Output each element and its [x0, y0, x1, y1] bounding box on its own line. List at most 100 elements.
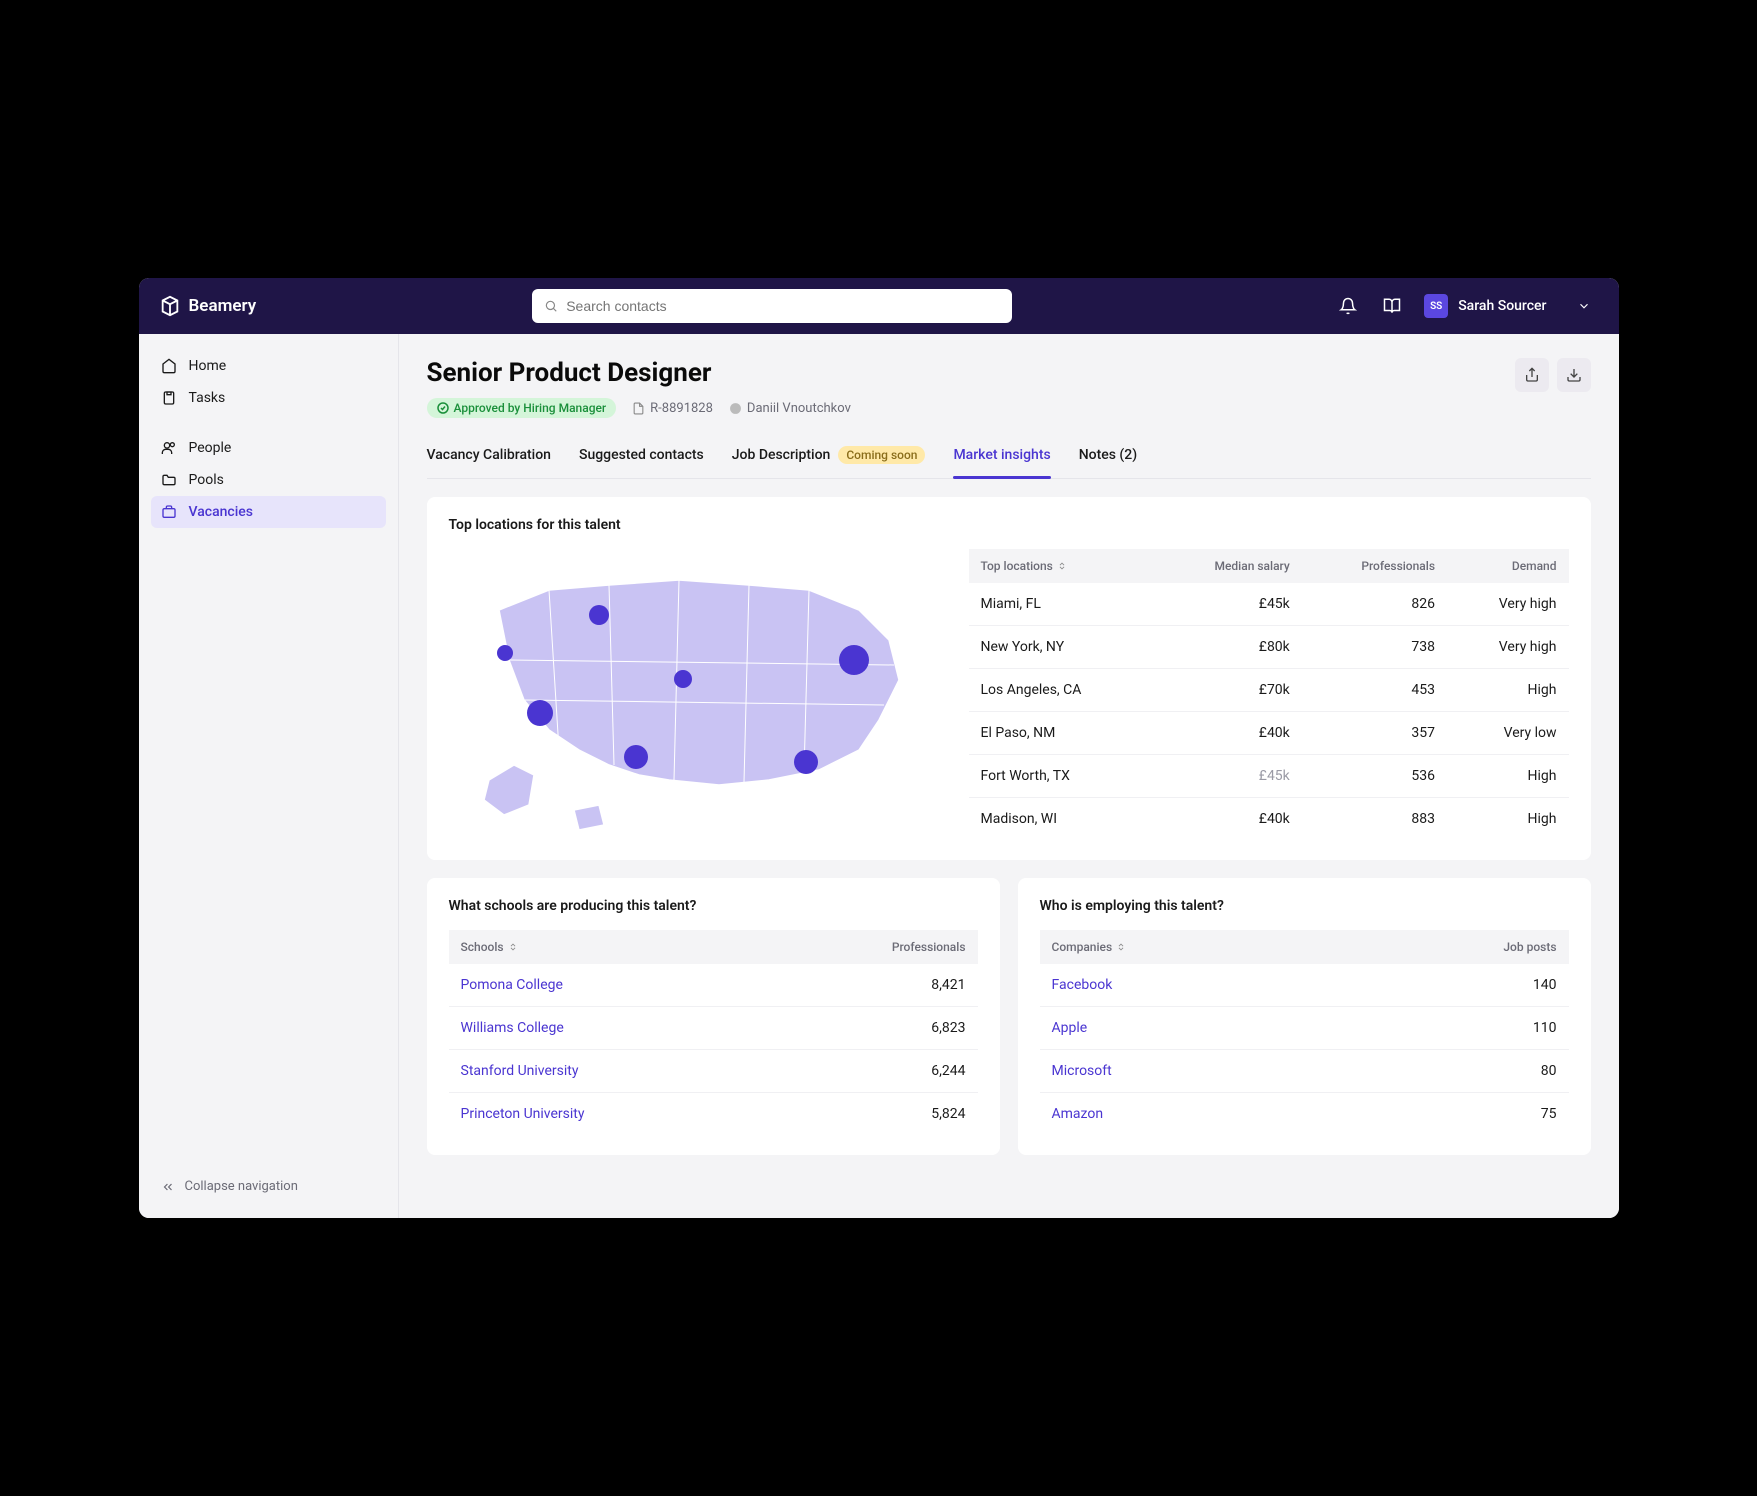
col-header-professionals[interactable]: Professionals: [767, 930, 977, 964]
tab-notes[interactable]: Notes (2): [1079, 446, 1137, 478]
cell-school: Williams College: [449, 1007, 768, 1050]
req-id: R-8891828: [632, 401, 713, 416]
main-content: Senior Product Designer Approved by Hiri…: [399, 334, 1619, 1218]
cell-school: Stanford University: [449, 1050, 768, 1093]
col-header-job-posts[interactable]: Job posts: [1336, 930, 1568, 964]
tab-vacancy-calibration[interactable]: Vacancy Calibration: [427, 446, 551, 478]
cell-salary: £45k: [1154, 583, 1302, 626]
col-header-salary[interactable]: Median salary: [1154, 549, 1302, 583]
check-circle-icon: [437, 402, 449, 414]
cell-demand: High: [1447, 755, 1569, 798]
table-row[interactable]: Facebook 140: [1040, 964, 1569, 1007]
school-link[interactable]: Williams College: [461, 1020, 564, 1036]
sidebar-item-vacancies[interactable]: Vacancies: [151, 496, 386, 528]
map-marker[interactable]: [794, 750, 818, 774]
sidebar-item-home[interactable]: Home: [151, 350, 386, 382]
page-meta: Approved by Hiring Manager R-8891828 Dan…: [427, 398, 851, 418]
sidebar-item-label: Pools: [189, 472, 224, 488]
table-row[interactable]: Pomona College8,421: [449, 964, 978, 1007]
collapse-nav-button[interactable]: Collapse navigation: [151, 1171, 386, 1202]
search-bar[interactable]: [532, 289, 1012, 323]
company-link[interactable]: Apple: [1052, 1020, 1088, 1036]
book-icon: [1383, 297, 1401, 315]
map-marker[interactable]: [527, 700, 553, 726]
cell-job-posts: 75: [1336, 1093, 1568, 1136]
sort-icon: [1116, 942, 1126, 952]
tab-label: Suggested contacts: [579, 447, 704, 463]
table-row[interactable]: Princeton University 5,824: [449, 1093, 978, 1136]
col-header-schools[interactable]: Schools: [449, 930, 768, 964]
school-link[interactable]: Stanford University: [461, 1063, 579, 1079]
company-link[interactable]: Microsoft: [1052, 1063, 1112, 1079]
cell-company: Amazon: [1040, 1093, 1337, 1136]
sidebar-item-pools[interactable]: Pools: [151, 464, 386, 496]
tab-label: Vacancy Calibration: [427, 447, 551, 463]
req-id-text: R-8891828: [650, 401, 713, 416]
companies-card: Who is employing this talent? Companies …: [1018, 878, 1591, 1155]
cell-salary: £40k: [1154, 712, 1302, 755]
brand-logo[interactable]: Beamery: [159, 295, 257, 317]
map-marker[interactable]: [589, 605, 609, 625]
cell-professionals: 357: [1302, 712, 1447, 755]
sidebar-item-tasks[interactable]: Tasks: [151, 382, 386, 414]
schools-card: What schools are producing this talent? …: [427, 878, 1000, 1155]
clipboard-icon: [161, 390, 177, 406]
cell-salary: £80k: [1154, 626, 1302, 669]
table-row[interactable]: El Paso, NM£40k357Very low: [969, 712, 1569, 755]
col-header-companies[interactable]: Companies: [1040, 930, 1337, 964]
sidebar-item-people[interactable]: People: [151, 432, 386, 464]
school-link[interactable]: Princeton University: [461, 1106, 585, 1122]
tab-label: Job Description: [732, 447, 831, 463]
table-row[interactable]: Williams College6,823: [449, 1007, 978, 1050]
sidebar: Home Tasks People Pools Vacanc: [139, 334, 399, 1218]
file-icon: [632, 402, 645, 415]
sort-icon: [508, 942, 518, 952]
brand-name: Beamery: [189, 296, 257, 316]
table-row[interactable]: Microsoft80: [1040, 1050, 1569, 1093]
col-header-professionals[interactable]: Professionals: [1302, 549, 1447, 583]
table-row[interactable]: New York, NY£80k738Very high: [969, 626, 1569, 669]
col-header-demand[interactable]: Demand: [1447, 549, 1569, 583]
col-header-location[interactable]: Top locations: [969, 549, 1155, 583]
table-row[interactable]: Miami, FL£45k826Very high: [969, 583, 1569, 626]
download-button[interactable]: [1557, 358, 1591, 392]
map-marker[interactable]: [497, 645, 513, 661]
map-marker[interactable]: [839, 645, 869, 675]
table-row[interactable]: Los Angeles, CA£70k453High: [969, 669, 1569, 712]
cell-demand: Very high: [1447, 626, 1569, 669]
cell-company: Apple: [1040, 1007, 1337, 1050]
table-row[interactable]: Apple110: [1040, 1007, 1569, 1050]
map-marker[interactable]: [624, 745, 648, 769]
company-link[interactable]: Facebook: [1052, 977, 1113, 993]
table-row[interactable]: Amazon 75: [1040, 1093, 1569, 1136]
cell-location: Fort Worth, TX: [969, 755, 1155, 798]
share-button[interactable]: [1515, 358, 1549, 392]
chevron-down-icon: [1577, 299, 1591, 313]
cell-professionals: 536: [1302, 755, 1447, 798]
search-input[interactable]: [566, 298, 1000, 314]
cell-professionals: 6,244: [767, 1050, 977, 1093]
table-row[interactable]: Stanford University 6,244: [449, 1050, 978, 1093]
page-title: Senior Product Designer: [427, 358, 851, 388]
tab-job-description[interactable]: Job Description Coming soon: [732, 446, 926, 478]
sidebar-item-label: Vacancies: [189, 504, 254, 520]
tab-suggested-contacts[interactable]: Suggested contacts: [579, 446, 704, 478]
sidebar-item-label: Home: [189, 358, 227, 374]
table-row[interactable]: Madison, WI£40k883High: [969, 798, 1569, 841]
cell-professionals: 5,824: [767, 1093, 977, 1136]
tab-market-insights[interactable]: Market insights: [953, 446, 1050, 478]
cell-professionals: 738: [1302, 626, 1447, 669]
companies-table: Companies Job posts Facebook140Apple110M…: [1040, 930, 1569, 1135]
tab-label: Market insights: [953, 447, 1050, 463]
cell-location: El Paso, NM: [969, 712, 1155, 755]
table-row[interactable]: Fort Worth, TX£45k536High: [969, 755, 1569, 798]
user-menu[interactable]: SS Sarah Sourcer: [1416, 294, 1598, 318]
cell-demand: High: [1447, 669, 1569, 712]
notifications-button[interactable]: [1328, 286, 1368, 326]
cell-salary: £70k: [1154, 669, 1302, 712]
cell-job-posts: 140: [1336, 964, 1568, 1007]
school-link[interactable]: Pomona College: [461, 977, 563, 993]
company-link[interactable]: Amazon: [1052, 1106, 1104, 1122]
map-marker[interactable]: [674, 670, 692, 688]
docs-button[interactable]: [1372, 286, 1412, 326]
